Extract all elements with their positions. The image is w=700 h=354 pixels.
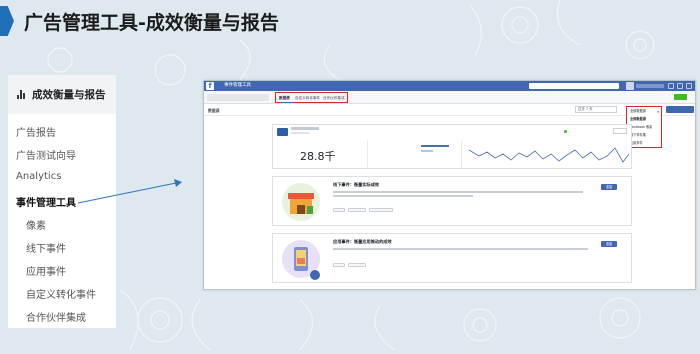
connect-app-button[interactable]: 连接 [601, 241, 617, 247]
bar-pageview [421, 145, 449, 147]
tag-pill [348, 208, 366, 212]
description-line [333, 191, 583, 193]
divider [461, 140, 462, 168]
subbar: 数据源 过去 7 天 [204, 104, 695, 116]
pixel-name [291, 127, 319, 130]
description-line [333, 248, 588, 250]
tag-pill [333, 208, 345, 212]
chevron-down-icon: ▾ [657, 110, 659, 114]
toolbar: 数据源 自定义转化事件 合作伙伴集成 [204, 91, 695, 104]
bar-content [421, 150, 433, 152]
subbar-title: 数据源 [208, 108, 220, 113]
dropdown-option-all[interactable]: 全部数据源 [630, 116, 646, 121]
notifications-icon[interactable] [668, 83, 674, 89]
create-button[interactable] [674, 94, 687, 100]
facebook-top-bar: f 事件管理工具 [204, 81, 695, 91]
events-manager-screenshot: f 事件管理工具 数据源 自定义转化事件 合作伙伴集成 数据源 过去 7 天 全… [203, 80, 696, 290]
tag-pill [369, 208, 393, 212]
status-dot-icon [564, 130, 567, 133]
dropdown-option-pixel[interactable]: Facebook 像素 [630, 124, 652, 129]
offline-events-card[interactable]: 线下事件：衡量实际成效 连接 [272, 176, 632, 226]
details-button[interactable] [613, 128, 627, 134]
search-input[interactable] [529, 83, 619, 89]
help-icon[interactable] [677, 83, 683, 89]
tab-partner-integrations[interactable]: 合作伙伴集成 [323, 96, 345, 101]
account-name[interactable] [636, 84, 664, 88]
date-range-select[interactable]: 过去 7 天 [575, 106, 617, 113]
app-illustration-icon [282, 240, 320, 280]
app-title: 事件管理工具 [224, 83, 251, 88]
tab-data-sources[interactable]: 数据源 [279, 96, 290, 101]
tabs-highlight: 数据源 自定义转化事件 合作伙伴集成 [275, 92, 348, 103]
description-line [333, 195, 473, 197]
app-events-card[interactable]: 应用事件：衡量应用推动的成效 连接 [272, 233, 632, 283]
tag-pill [348, 263, 366, 267]
tag-pill [333, 263, 345, 267]
pixel-card[interactable]: 28.8千 [272, 124, 632, 169]
stat-big-value: 28.8千 [300, 150, 336, 163]
app-card-title: 应用事件：衡量应用推动的成效 [333, 239, 392, 244]
pixel-icon [277, 128, 288, 136]
facebook-logo-icon: f [206, 82, 214, 90]
offline-card-title: 线下事件：衡量实际成效 [333, 182, 380, 187]
pixel-id [291, 132, 309, 134]
activity-sparkline [469, 147, 629, 163]
avatar[interactable] [626, 82, 634, 90]
store-illustration-icon [282, 183, 320, 221]
dropdown-selected[interactable]: 全部数据源 [630, 108, 646, 113]
connect-offline-button[interactable]: 连接 [601, 184, 617, 190]
divider [367, 140, 368, 168]
add-data-source-button[interactable] [666, 106, 694, 113]
menu-icon[interactable] [686, 83, 692, 89]
active-tab-indicator [281, 102, 293, 103]
account-select[interactable] [207, 94, 269, 101]
tab-custom-conversions[interactable]: 自定义转化事件 [295, 96, 320, 101]
dropdown-option-offline[interactable]: 线下事件集 [630, 132, 646, 137]
